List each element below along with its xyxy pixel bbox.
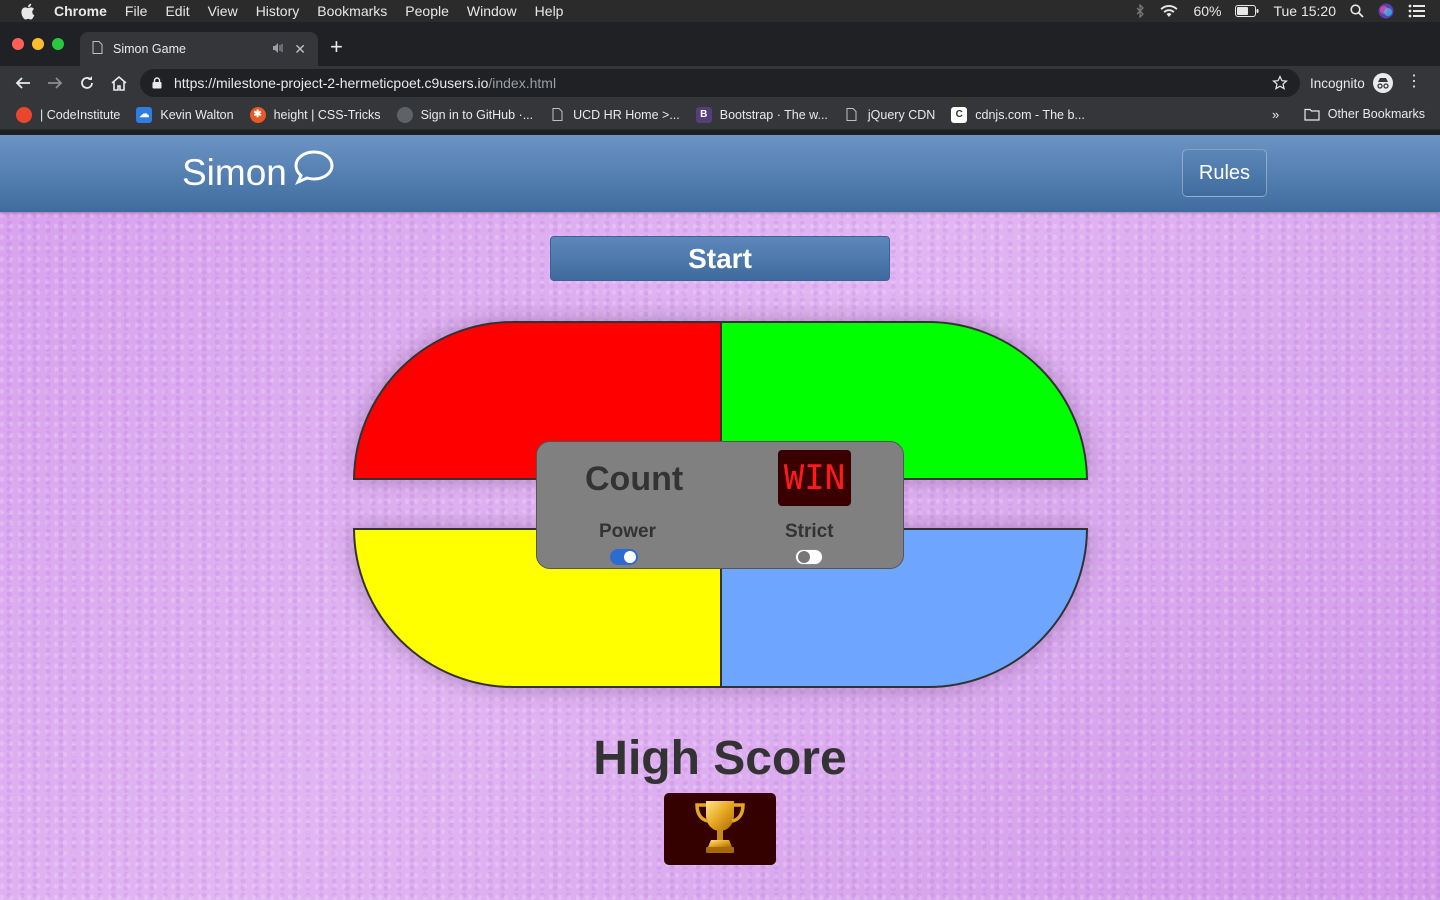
cloud-icon: ☁ — [136, 106, 153, 123]
browser-toolbar: https://milestone-project-2-hermeticpoet… — [0, 66, 1440, 100]
power-toggle[interactable] — [610, 549, 638, 565]
menu-bookmarks[interactable]: Bookmarks — [317, 3, 387, 19]
bookmark-label: Kevin Walton — [160, 107, 234, 122]
maximize-window-icon[interactable] — [52, 38, 64, 50]
strict-label: Strict — [785, 521, 834, 542]
close-window-icon[interactable] — [12, 38, 24, 50]
browser-menu-icon[interactable]: ⋮ — [1406, 74, 1422, 90]
forward-arrow-icon[interactable] — [44, 72, 66, 94]
mute-speaker-icon[interactable] — [272, 42, 284, 57]
bookmark-label: height | CSS-Tricks — [273, 107, 381, 122]
siri-icon[interactable] — [1378, 3, 1394, 19]
reload-icon[interactable] — [76, 72, 98, 94]
bookmark-cdnjs[interactable]: C cdnjs.com - The b... — [951, 106, 1085, 123]
page-icon — [844, 107, 860, 123]
count-display: WIN — [778, 450, 851, 506]
github-icon — [396, 106, 413, 123]
bookmark-bootstrap[interactable]: B Bootstrap · The w... — [695, 106, 828, 123]
toggle-knob — [798, 551, 810, 563]
bookmark-label: cdnjs.com - The b... — [975, 107, 1085, 122]
speech-bubble-icon — [293, 149, 335, 194]
folder-icon — [1304, 108, 1320, 121]
tab-simon-game[interactable]: Simon Game ✕ — [80, 32, 318, 66]
bluetooth-icon[interactable] — [1135, 4, 1145, 18]
menu-view[interactable]: View — [208, 3, 238, 19]
bookmark-label: Bootstrap · The w... — [719, 107, 828, 122]
bookmark-star-icon[interactable] — [1272, 75, 1288, 94]
high-score-display — [664, 793, 776, 865]
control-console: Count WIN Power Strict — [536, 441, 904, 569]
apple-icon[interactable] — [20, 3, 36, 19]
menu-history[interactable]: History — [256, 3, 300, 19]
bookmark-label: Sign in to GitHub ·... — [420, 107, 534, 122]
tab-title: Simon Game — [113, 42, 186, 56]
url-path: /index.html — [488, 75, 557, 91]
menubar-clock[interactable]: Tue 15:20 — [1273, 3, 1336, 19]
window-controls — [12, 38, 72, 50]
lock-icon[interactable] — [152, 77, 162, 89]
other-bookmarks-label: Other Bookmarks — [1327, 107, 1425, 121]
macos-menu-bar: Chrome File Edit View History Bookmarks … — [0, 0, 1440, 22]
bookmark-kevin-walton[interactable]: ☁ Kevin Walton — [136, 106, 234, 123]
close-tab-icon[interactable]: ✕ — [294, 41, 306, 58]
count-label: Count — [585, 460, 684, 498]
new-tab-icon[interactable]: + — [330, 36, 343, 58]
incognito-label: Incognito — [1310, 75, 1365, 91]
site-navbar: Simon Rules — [0, 135, 1440, 212]
minimize-window-icon[interactable] — [32, 38, 44, 50]
toggle-knob — [624, 551, 636, 563]
url-host: https://milestone-project-2-hermeticpoet… — [174, 75, 489, 91]
bookmark-label: UCD HR Home >... — [573, 107, 680, 122]
home-icon[interactable] — [108, 72, 130, 94]
menu-file[interactable]: File — [125, 3, 148, 19]
power-label: Power — [599, 521, 657, 542]
menu-people[interactable]: People — [405, 3, 449, 19]
page-viewport: Simon Rules Start Count WIN Power Strict… — [0, 135, 1440, 900]
bookmarks-bar: | CodeInstitute ☁ Kevin Walton ✱ height … — [0, 100, 1440, 130]
more-bookmarks-chevron-icon[interactable]: » — [1272, 107, 1279, 122]
menu-app-chrome[interactable]: Chrome — [54, 3, 107, 19]
menu-edit[interactable]: Edit — [165, 3, 189, 19]
bookmark-jquery-cdn[interactable]: jQuery CDN — [844, 107, 935, 123]
browser-tab-strip: Simon Game ✕ + — [0, 22, 1440, 66]
bookmark-label: jQuery CDN — [867, 107, 936, 122]
bookmark-css-tricks[interactable]: ✱ height | CSS-Tricks — [249, 106, 381, 123]
trophy-icon — [692, 797, 748, 862]
brand-text: Simon — [182, 151, 287, 193]
notification-center-icon[interactable] — [1408, 4, 1426, 18]
bookmark-codeinstitute[interactable]: | CodeInstitute — [16, 106, 121, 123]
bookmark-github[interactable]: Sign in to GitHub ·... — [396, 106, 534, 123]
menu-window[interactable]: Window — [467, 3, 517, 19]
wifi-icon[interactable] — [1159, 4, 1179, 18]
menu-help[interactable]: Help — [535, 3, 564, 19]
address-bar[interactable]: https://milestone-project-2-hermeticpoet… — [140, 69, 1300, 97]
rules-button[interactable]: Rules — [1182, 149, 1267, 197]
battery-percent: 60% — [1193, 3, 1222, 19]
spotlight-search-icon[interactable] — [1350, 4, 1364, 18]
brand-logo[interactable]: Simon — [182, 149, 335, 194]
code-institute-icon — [16, 106, 32, 123]
page-icon — [92, 41, 103, 57]
page-icon — [549, 107, 565, 123]
back-arrow-icon[interactable] — [12, 72, 34, 94]
cdnjs-icon: C — [951, 106, 968, 123]
bookmark-label: | CodeInstitute — [40, 107, 121, 122]
start-button[interactable]: Start — [550, 236, 890, 281]
css-tricks-icon: ✱ — [249, 106, 266, 123]
bootstrap-icon: B — [695, 106, 712, 123]
high-score-title: High Score — [593, 732, 847, 785]
strict-toggle[interactable] — [795, 549, 823, 565]
bookmark-ucd-hr[interactable]: UCD HR Home >... — [549, 107, 680, 123]
battery-icon[interactable] — [1235, 5, 1259, 17]
other-bookmarks[interactable]: Other Bookmarks — [1304, 107, 1425, 121]
incognito-icon — [1372, 73, 1393, 93]
incognito-indicator[interactable]: Incognito — [1310, 73, 1393, 93]
